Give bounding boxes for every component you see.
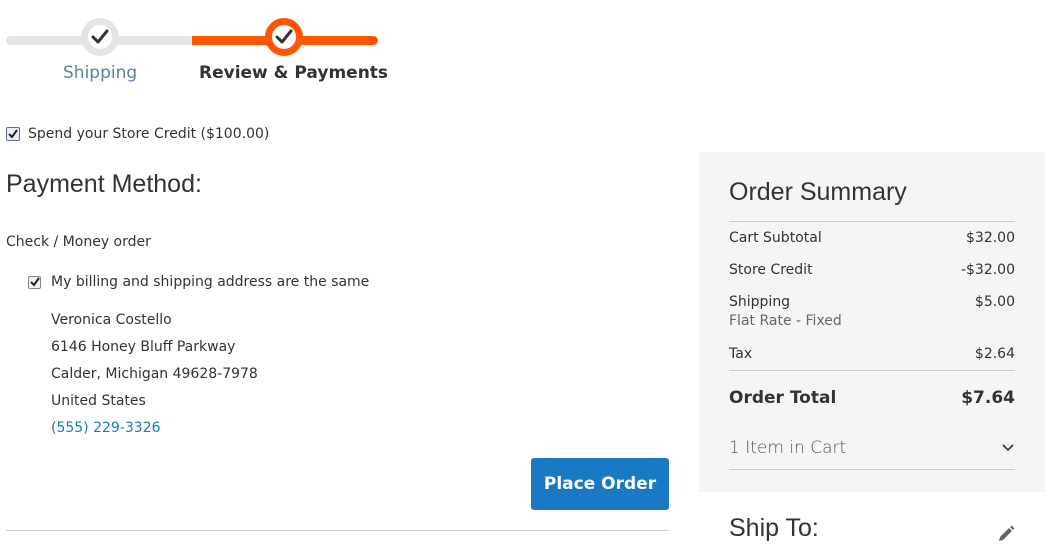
- order-summary: Order Summary Cart Subtotal $32.00 Store…: [699, 152, 1045, 492]
- address-city: Calder, Michigan 49628-7978: [51, 366, 258, 382]
- place-order-button[interactable]: Place Order: [531, 458, 669, 510]
- payment-method-title: Payment Method:: [6, 170, 202, 198]
- summary-label: Tax: [729, 346, 753, 362]
- divider: [6, 530, 669, 531]
- summary-row-subtotal: Cart Subtotal $32.00: [729, 230, 1015, 246]
- divider: [729, 370, 1015, 371]
- summary-row-store-credit: Store Credit -$32.00: [729, 262, 1015, 278]
- order-total-label: Order Total: [729, 388, 837, 408]
- order-summary-title: Order Summary: [729, 178, 907, 206]
- summary-value: $5.00: [974, 294, 1015, 310]
- checkout-progress-bar: Shipping Review & Payments: [6, 14, 388, 84]
- summary-label: Cart Subtotal: [729, 230, 822, 246]
- summary-value: -$32.00: [960, 262, 1015, 278]
- payment-method-name: Check / Money order: [6, 234, 151, 250]
- same-address-option[interactable]: My billing and shipping address are the …: [28, 274, 369, 290]
- pencil-icon[interactable]: [996, 524, 1016, 544]
- summary-row-tax: Tax $2.64: [729, 346, 1015, 362]
- summary-row-total: Order Total $7.64: [729, 388, 1015, 408]
- step-review-label: Review & Payments: [199, 63, 389, 83]
- chevron-down-icon: [1002, 444, 1014, 452]
- shipping-method-label: Flat Rate - Fixed: [729, 313, 842, 329]
- summary-label: Shipping: [729, 294, 791, 310]
- step-shipping-link[interactable]: Shipping: [63, 63, 137, 83]
- summary-value: $32.00: [966, 230, 1015, 246]
- items-in-cart-toggle[interactable]: 1 Item in Cart: [729, 438, 1015, 458]
- summary-value: $2.64: [974, 346, 1015, 362]
- divider: [729, 469, 1015, 470]
- ship-to-title: Ship To:: [729, 514, 819, 542]
- address-phone-link[interactable]: (555) 229-3326: [51, 420, 161, 436]
- step-review-check-icon: [265, 18, 303, 56]
- items-in-cart-label: 1 Item in Cart: [729, 438, 847, 458]
- address-country: United States: [51, 393, 146, 409]
- divider: [729, 221, 1015, 222]
- summary-row-shipping: Shipping Flat Rate - Fixed $5.00: [729, 294, 1015, 329]
- store-credit-label: Spend your Store Credit ($100.00): [28, 126, 270, 142]
- summary-label: Store Credit: [729, 262, 813, 278]
- store-credit-option[interactable]: Spend your Store Credit ($100.00): [6, 126, 269, 142]
- same-address-checkbox[interactable]: [28, 275, 41, 289]
- same-address-label: My billing and shipping address are the …: [51, 274, 370, 290]
- order-total-value: $7.64: [961, 388, 1015, 408]
- address-name: Veronica Costello: [51, 312, 172, 328]
- store-credit-checkbox[interactable]: [6, 127, 20, 141]
- step-shipping-check-icon[interactable]: [81, 18, 119, 56]
- address-street: 6146 Honey Bluff Parkway: [51, 339, 236, 355]
- billing-address: Veronica Costello 6146 Honey Bluff Parkw…: [51, 307, 258, 442]
